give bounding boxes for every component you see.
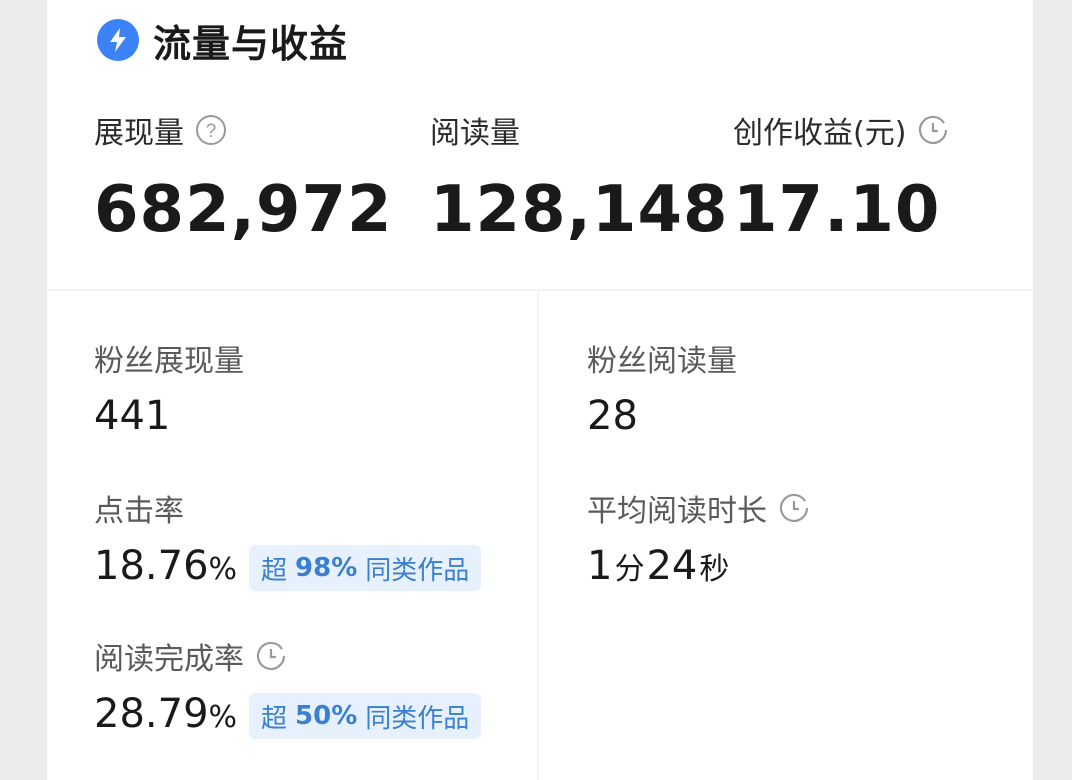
lightning-bolt-icon bbox=[97, 19, 139, 61]
reads-metric[interactable]: 阅读量 128,148 bbox=[430, 108, 729, 246]
fan-reads-value: 28 bbox=[587, 393, 638, 439]
impressions-label: 展现量 bbox=[94, 116, 184, 151]
ctr-value: 18.76% bbox=[94, 543, 238, 589]
reads-value: 128,148 bbox=[430, 173, 729, 247]
clock-icon[interactable] bbox=[777, 491, 811, 525]
horizontal-divider bbox=[47, 289, 1033, 291]
avg-read-time-metric[interactable]: 平均阅读时长 1分24秒 bbox=[587, 486, 811, 594]
fan-reads-label: 粉丝阅读量 bbox=[587, 344, 737, 379]
completion-rank-badge: 超 50% 同类作品 bbox=[249, 693, 482, 739]
impressions-value: 682,972 bbox=[94, 173, 393, 247]
fan-impressions-metric[interactable]: 粉丝展现量 441 bbox=[94, 336, 244, 440]
traffic-earnings-card: 流量与收益 展现量 ? 682,972 阅读量 128,148 创作收益(元) bbox=[47, 0, 1033, 780]
vertical-divider bbox=[537, 291, 539, 780]
completion-rate-label: 阅读完成率 bbox=[94, 642, 244, 677]
avg-read-time-value: 1分24秒 bbox=[587, 543, 730, 589]
earnings-metric[interactable]: 创作收益(元) 17.10 bbox=[733, 108, 950, 246]
completion-rate-value: 28.79% bbox=[94, 691, 238, 737]
svg-text:?: ? bbox=[206, 121, 217, 142]
earnings-value: 17.10 bbox=[733, 173, 941, 247]
fan-impressions-label: 粉丝展现量 bbox=[94, 344, 244, 379]
impressions-metric[interactable]: 展现量 ? 682,972 bbox=[94, 108, 393, 246]
completion-rate-metric[interactable]: 阅读完成率 28.79% 超 50% 同类作品 bbox=[94, 634, 482, 742]
help-circle-icon[interactable]: ? bbox=[194, 113, 228, 147]
ctr-label: 点击率 bbox=[94, 494, 184, 529]
section-header: 流量与收益 bbox=[97, 16, 348, 66]
clock-icon[interactable] bbox=[916, 113, 950, 147]
section-title: 流量与收益 bbox=[153, 21, 349, 66]
fan-reads-metric[interactable]: 粉丝阅读量 28 bbox=[587, 336, 737, 440]
avg-read-time-label: 平均阅读时长 bbox=[587, 494, 767, 529]
reads-label: 阅读量 bbox=[430, 116, 520, 151]
earnings-label: 创作收益(元) bbox=[733, 116, 907, 151]
ctr-metric[interactable]: 点击率 18.76% 超 98% 同类作品 bbox=[94, 486, 482, 594]
ctr-rank-badge: 超 98% 同类作品 bbox=[249, 545, 482, 591]
fan-impressions-value: 441 bbox=[94, 393, 171, 439]
clock-icon[interactable] bbox=[254, 639, 288, 673]
